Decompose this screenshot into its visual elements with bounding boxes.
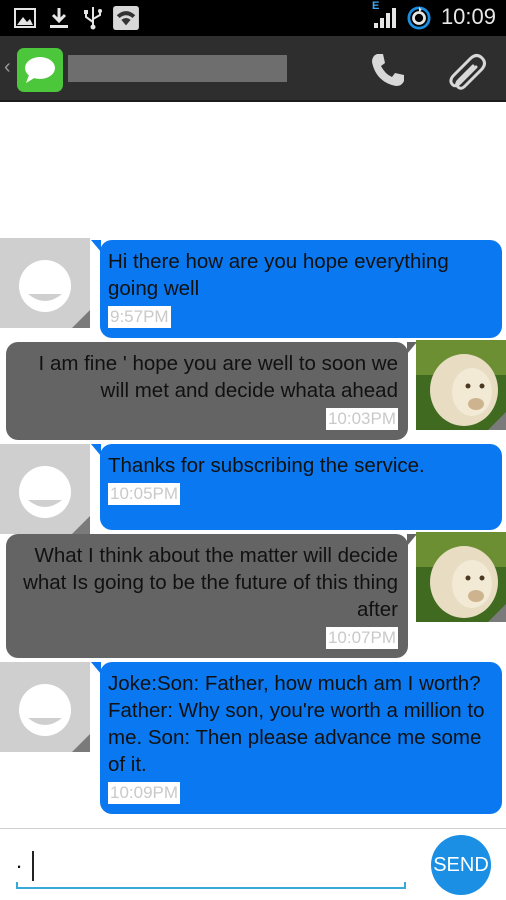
status-bar: E 10:09 [0, 0, 506, 36]
back-chevron-icon[interactable]: ‹ [4, 56, 11, 79]
message-timestamp: 10:07PM [325, 627, 398, 649]
usb-icon [84, 7, 102, 30]
messaging-screen: E 10:09 ‹ Hi there how are you hope ever… [0, 0, 506, 900]
message-bubble-sent[interactable]: Joke:Son: Father, how much am I worth? F… [91, 662, 502, 814]
message-timestamp: 9:57PM [108, 306, 171, 328]
message-timestamp: 10:09PM [108, 782, 181, 804]
contact-avatar-placeholder[interactable] [0, 444, 90, 534]
message-text: What I think about the matter will decid… [23, 544, 398, 621]
picture-icon [14, 8, 36, 28]
status-time: 10:09 [440, 4, 496, 29]
text-cursor [32, 851, 34, 881]
message-bubble-received[interactable]: What I think about the matter will decid… [6, 534, 417, 658]
message-text: Hi there how are you hope everything goi… [108, 250, 449, 300]
contact-avatar-placeholder[interactable] [0, 662, 90, 752]
message-composer: SEND [0, 828, 506, 900]
message-input[interactable] [16, 839, 406, 883]
signal-icon [374, 8, 396, 28]
message-text: Thanks for subscribing the service. [108, 454, 425, 477]
input-underline [16, 882, 406, 889]
message-bubble-sent[interactable]: Thanks for subscribing the service. 10:0… [91, 444, 502, 530]
send-button[interactable]: SEND [431, 835, 491, 895]
user-avatar-lion-photo[interactable] [416, 340, 506, 430]
action-bar: ‹ [0, 36, 506, 102]
messaging-app-icon[interactable] [17, 48, 63, 92]
download-icon [50, 8, 68, 28]
message-timestamp: 10:03PM [325, 408, 398, 430]
message-text: Joke:Son: Father, how much am I worth? F… [108, 672, 485, 776]
message-text: I am fine ' hope you are well to soon we… [38, 352, 398, 402]
conversation-list[interactable]: Hi there how are you hope everything goi… [0, 104, 506, 826]
contact-avatar-placeholder[interactable] [0, 238, 90, 328]
message-bubble-sent[interactable]: Hi there how are you hope everything goi… [91, 240, 502, 338]
user-avatar-lion-photo[interactable] [416, 532, 506, 622]
paperclip-icon[interactable] [444, 50, 488, 94]
wifi-icon [113, 6, 139, 30]
contact-name-redacted [68, 55, 287, 82]
message-timestamp: 10:05PM [108, 483, 181, 505]
phone-icon[interactable] [368, 50, 408, 90]
sync-icon [407, 6, 431, 30]
message-bubble-received[interactable]: I am fine ' hope you are well to soon we… [6, 342, 417, 440]
